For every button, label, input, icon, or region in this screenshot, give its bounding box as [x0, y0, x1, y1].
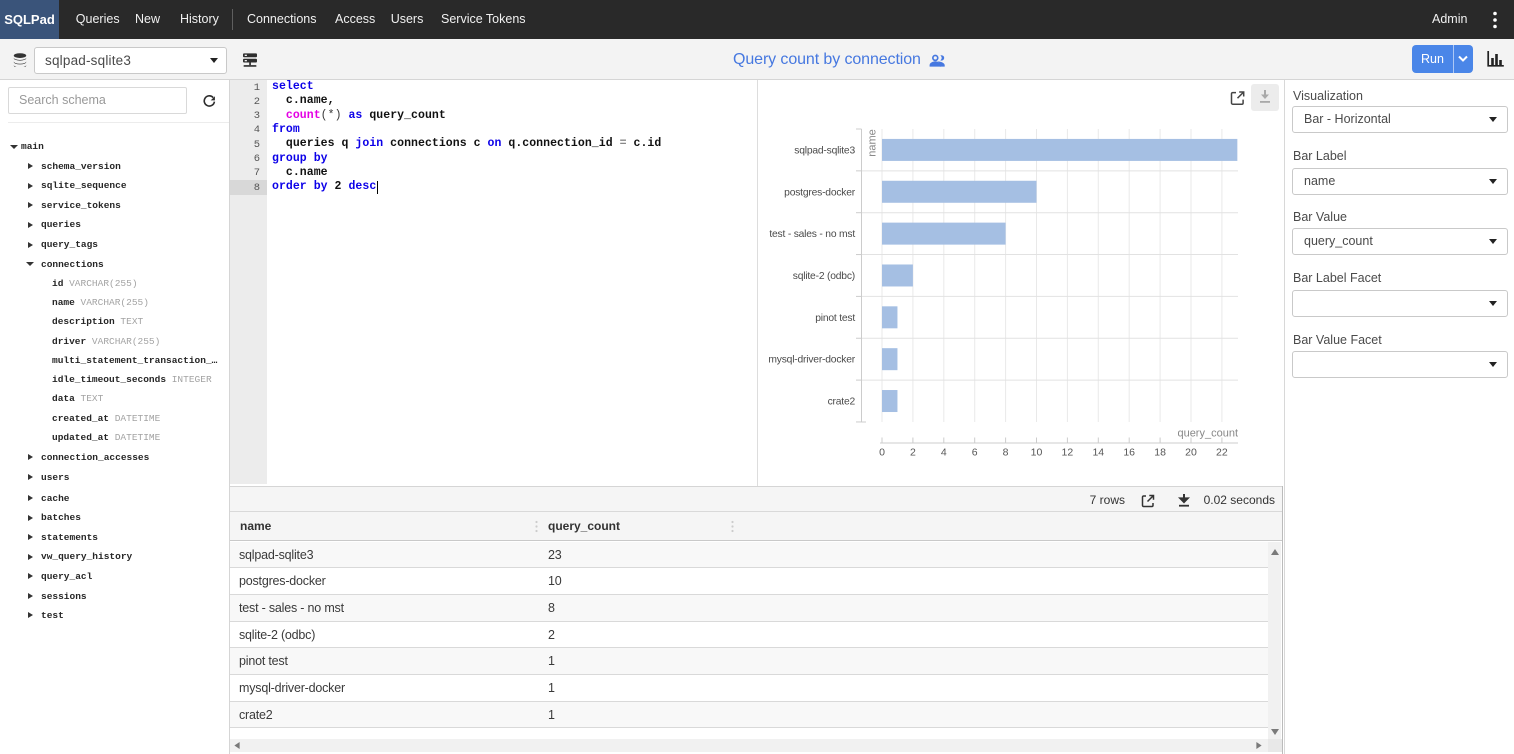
svg-text:16: 16 — [1123, 447, 1135, 459]
svg-text:8: 8 — [1003, 447, 1009, 459]
svg-text:crate2: crate2 — [828, 397, 856, 408]
svg-text:name: name — [867, 129, 879, 157]
svg-text:2: 2 — [910, 447, 916, 459]
svg-text:18: 18 — [1154, 447, 1166, 459]
svg-text:pinot test: pinot test — [815, 313, 855, 324]
svg-text:4: 4 — [941, 447, 947, 459]
svg-text:22: 22 — [1216, 447, 1228, 459]
svg-text:20: 20 — [1185, 447, 1197, 459]
svg-text:0: 0 — [879, 447, 885, 459]
svg-text:postgres-docker: postgres-docker — [784, 187, 856, 198]
svg-text:test - sales - no mst: test - sales - no mst — [769, 229, 855, 240]
svg-text:10: 10 — [1031, 447, 1043, 459]
svg-text:12: 12 — [1062, 447, 1074, 459]
svg-text:6: 6 — [972, 447, 978, 459]
svg-text:query_count: query_count — [1177, 428, 1238, 440]
svg-text:mysql-driver-docker: mysql-driver-docker — [768, 355, 855, 366]
svg-text:sqlite-2 (odbc): sqlite-2 (odbc) — [793, 271, 855, 282]
svg-text:14: 14 — [1092, 447, 1104, 459]
svg-text:sqlpad-sqlite3: sqlpad-sqlite3 — [794, 145, 855, 156]
